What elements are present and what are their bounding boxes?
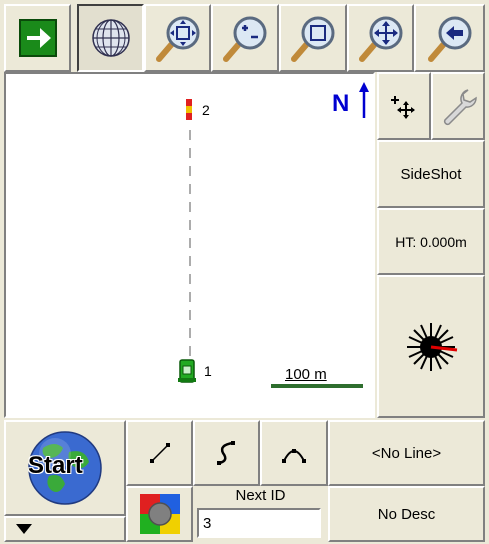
curve-line-icon [216, 441, 235, 465]
point-2-marker [186, 99, 192, 120]
move-point-button[interactable] [377, 72, 431, 140]
zoom-previous-button[interactable] [414, 4, 485, 72]
start-label: Start [28, 452, 83, 479]
north-label: N [332, 90, 350, 117]
start-menu-dropdown[interactable] [4, 516, 126, 542]
map-drawing [178, 82, 369, 388]
instrument-height-button[interactable]: HT: 0.000m [377, 208, 485, 275]
zoom-extents-button[interactable] [144, 4, 211, 72]
zoom-extents-icon [155, 16, 199, 62]
description-label: No Desc [377, 505, 436, 523]
arc-line-icon [282, 449, 306, 463]
start-button[interactable]: Start [4, 420, 126, 516]
point-1-label: 1 [204, 363, 212, 379]
layer-color-button[interactable] [126, 486, 193, 542]
pan-icon [358, 16, 402, 62]
straight-line-icon [149, 443, 170, 463]
globe-icon [91, 19, 130, 57]
sideshot-button[interactable]: SideShot [377, 140, 485, 208]
map-canvas[interactable]: 2 1 N 100 m [4, 72, 375, 418]
color-layer-icon [139, 494, 180, 534]
line-select-label: <No Line> [371, 444, 442, 462]
curve-tool-button[interactable] [193, 420, 260, 486]
triangle-down-icon [16, 524, 32, 534]
go-button[interactable] [4, 4, 71, 72]
pan-button[interactable] [347, 4, 414, 72]
next-id-panel: Next ID 3 [193, 486, 328, 542]
ht-label: HT: 0.000m [395, 233, 467, 250]
line-select-button[interactable]: <No Line> [328, 420, 485, 486]
instrument-icon [178, 359, 196, 383]
scale-label: 100 m [285, 366, 327, 383]
north-arrow-icon [359, 82, 369, 118]
description-button[interactable]: No Desc [328, 486, 485, 542]
zoom-in-out-icon [223, 16, 267, 62]
wrench-icon [443, 89, 477, 126]
next-id-value: 3 [203, 515, 212, 532]
laser-shot-icon [407, 322, 458, 371]
zoom-window-button[interactable] [279, 4, 347, 72]
map-view-button[interactable] [77, 4, 144, 72]
sideshot-label: SideShot [400, 165, 462, 183]
next-id-label: Next ID [235, 487, 286, 504]
zoom-window-icon [291, 16, 335, 62]
scale-bar [271, 384, 363, 388]
measure-button[interactable] [377, 275, 485, 418]
zoom-in-out-button[interactable] [211, 4, 279, 72]
move-cursor-icon [391, 96, 415, 119]
go-arrow-icon [18, 19, 57, 57]
point-2-label: 2 [202, 102, 210, 118]
zoom-previous-icon [427, 16, 471, 62]
next-id-input[interactable]: 3 [197, 508, 321, 538]
line-tool-button[interactable] [126, 420, 193, 486]
arc-tool-button[interactable] [260, 420, 328, 486]
settings-button[interactable] [431, 72, 485, 140]
